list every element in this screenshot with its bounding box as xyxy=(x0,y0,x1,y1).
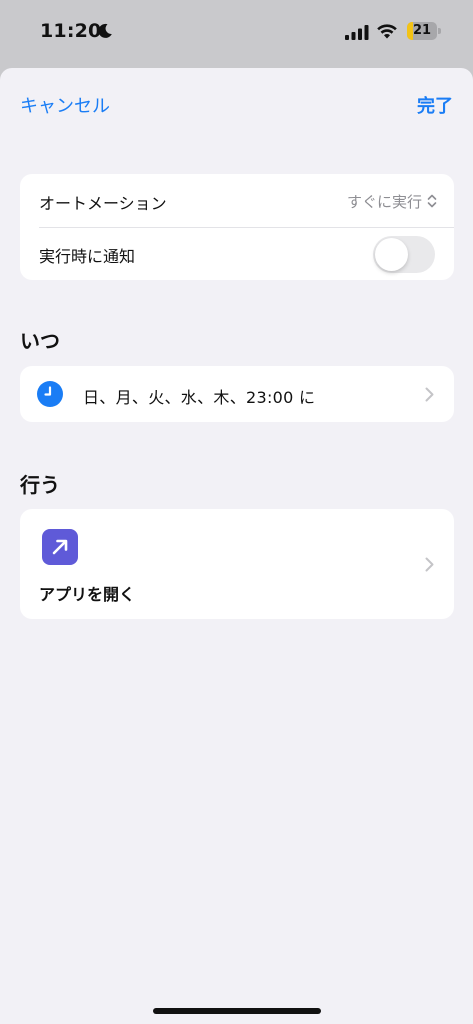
home-indicator[interactable] xyxy=(153,1008,321,1014)
action-label: アプリを開く xyxy=(39,585,136,604)
battery-icon: 21 xyxy=(407,22,441,40)
notify-label: 実行時に通知 xyxy=(39,247,136,266)
chevron-right-icon xyxy=(425,387,434,402)
automation-sheet: キャンセル 完了 オートメーション すぐに実行 実行時に通知 いつ 日、月、火、… xyxy=(0,68,473,1024)
clock-icon xyxy=(37,381,63,407)
open-app-icon xyxy=(42,529,78,565)
cellular-signal-icon xyxy=(345,25,369,40)
notify-row: 実行時に通知 xyxy=(20,227,454,280)
automation-mode-row[interactable]: オートメーション すぐに実行 xyxy=(20,174,454,227)
action-row[interactable]: アプリを開く xyxy=(20,509,454,619)
automation-value[interactable]: すぐに実行 xyxy=(347,191,422,212)
toggle-knob xyxy=(375,238,408,271)
moon-icon xyxy=(98,23,112,38)
notify-toggle[interactable] xyxy=(373,236,435,273)
schedule-row[interactable]: 日、月、火、水、木、23:00 に xyxy=(20,366,454,422)
schedule-text: 日、月、火、水、木、23:00 に xyxy=(83,388,316,407)
done-button[interactable]: 完了 xyxy=(417,92,453,118)
wifi-icon xyxy=(377,24,397,39)
status-bar: 11:20 21 xyxy=(0,0,473,66)
automation-label: オートメーション xyxy=(39,194,167,213)
when-section-title: いつ xyxy=(20,329,60,353)
settings-card: オートメーション すぐに実行 実行時に通知 xyxy=(20,174,454,280)
chevron-up-down-icon xyxy=(427,194,437,208)
status-time: 11:20 xyxy=(40,20,102,42)
screen: 11:20 21 キャンセル 完了 オートメーション すぐに実行 実行時に通知 … xyxy=(0,0,473,1024)
do-section-title: 行う xyxy=(20,473,60,497)
battery-level: 21 xyxy=(412,23,432,38)
cancel-button[interactable]: キャンセル xyxy=(20,92,110,118)
chevron-right-icon xyxy=(425,557,434,572)
